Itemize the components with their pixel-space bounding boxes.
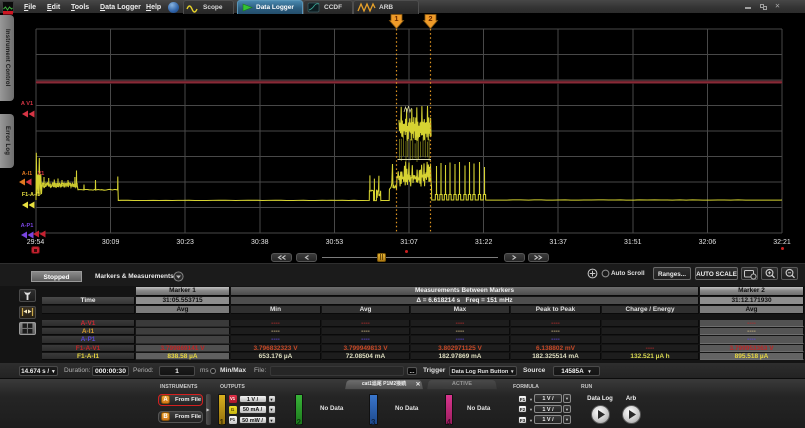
svg-text:2: 2 bbox=[428, 14, 432, 23]
svg-text:1: 1 bbox=[394, 14, 398, 23]
